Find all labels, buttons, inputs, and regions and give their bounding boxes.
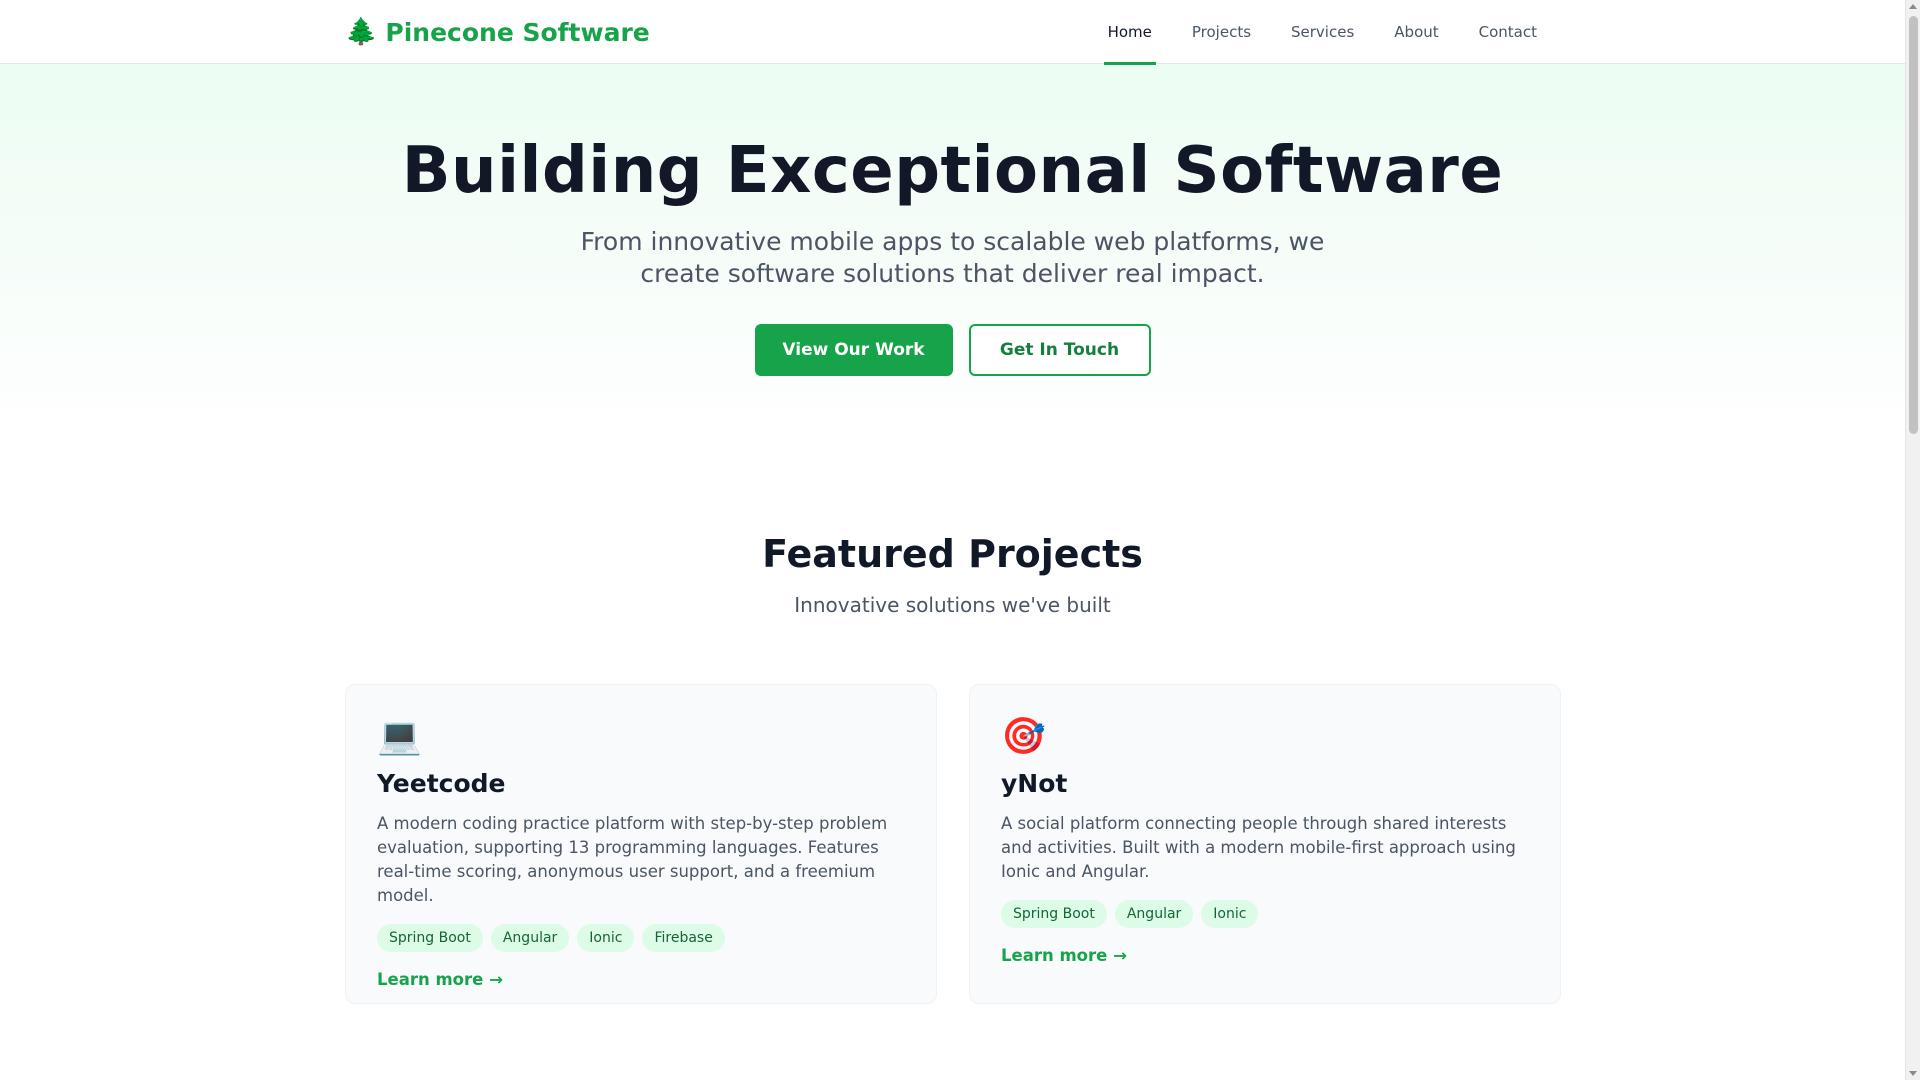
nav-item-projects[interactable]: Projects	[1172, 0, 1271, 64]
vertical-scrollbar[interactable]	[1905, 0, 1920, 1080]
brand-name: Pinecone Software	[385, 17, 650, 47]
hero-subtitle: From innovative mobile apps to scalable …	[580, 227, 1325, 288]
hero-title: Building Exceptional Software	[401, 134, 1504, 208]
nav-item-contact[interactable]: Contact	[1459, 0, 1557, 64]
brand-logo-link[interactable]: 🌲 Pinecone Software	[345, 14, 650, 50]
project-title: Yeetcode	[377, 769, 506, 798]
main-nav: Home Projects Services About Contact	[1088, 0, 1557, 65]
laptop-icon: 💻	[377, 716, 422, 757]
learn-more-link[interactable]: Learn more →	[1001, 946, 1127, 965]
project-title: yNot	[1001, 769, 1068, 798]
project-tags: Spring Boot Angular Ionic Firebase	[377, 924, 905, 952]
hero-buttons: View Our Work Get In Touch	[0, 324, 1905, 376]
nav-item-home[interactable]: Home	[1088, 0, 1172, 65]
featured-projects-subtitle: Innovative solutions we've built	[794, 593, 1111, 617]
hero-section: Building Exceptional Software From innov…	[0, 64, 1905, 434]
tag: Ionic	[577, 924, 635, 952]
tag: Spring Boot	[377, 924, 483, 952]
project-description: A social platform connecting people thro…	[1001, 814, 1516, 881]
tag: Angular	[1114, 900, 1194, 928]
pine-tree-icon: 🌲	[345, 17, 378, 47]
tag: Angular	[490, 924, 570, 952]
tag: Firebase	[642, 924, 725, 952]
tag: Ionic	[1201, 900, 1259, 928]
scrollbar-thumb[interactable]	[1909, 16, 1918, 434]
project-card-ynot: 🎯 yNot A social platform connecting peop…	[969, 684, 1561, 1004]
get-in-touch-button[interactable]: Get In Touch	[968, 324, 1151, 376]
project-description: A modern coding practice platform with s…	[377, 814, 888, 905]
featured-projects-title: Featured Projects	[762, 532, 1143, 576]
scroll-down-arrow-icon[interactable]	[1909, 1071, 1917, 1076]
site-header: 🌲 Pinecone Software Home Projects Servic…	[0, 0, 1905, 65]
nav-item-services[interactable]: Services	[1271, 0, 1374, 64]
view-our-work-button[interactable]: View Our Work	[754, 324, 953, 376]
tag: Spring Boot	[1001, 900, 1107, 928]
project-tags: Spring Boot Angular Ionic	[1001, 900, 1529, 928]
learn-more-link[interactable]: Learn more →	[377, 970, 503, 989]
nav-item-about[interactable]: About	[1374, 0, 1458, 64]
target-icon: 🎯	[1001, 716, 1046, 757]
project-card-yeetcode: 💻 Yeetcode A modern coding practice plat…	[345, 684, 937, 1004]
page: 🌲 Pinecone Software Home Projects Servic…	[0, 0, 1905, 1080]
scroll-up-arrow-icon[interactable]	[1909, 4, 1917, 9]
